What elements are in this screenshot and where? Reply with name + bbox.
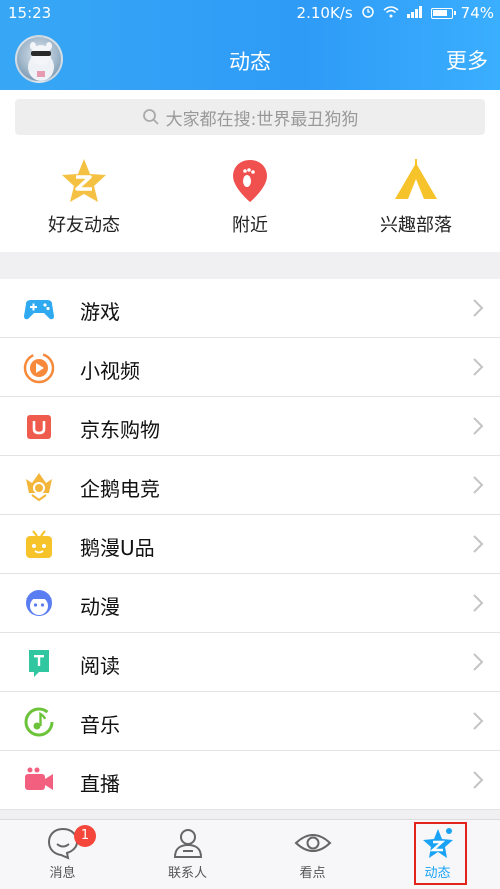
gamepad-icon xyxy=(24,300,54,320)
list-item-label: 鹅漫U品 xyxy=(80,536,155,560)
music-note-icon xyxy=(24,707,54,737)
tv-box-icon xyxy=(26,530,52,558)
page-title: 动态 xyxy=(229,50,271,74)
video-play-icon xyxy=(23,352,55,384)
list-item-goose-manga[interactable]: 鹅漫U品 xyxy=(0,515,500,574)
list-item-label: 音乐 xyxy=(80,713,120,737)
list-item-label: 小视频 xyxy=(80,359,140,383)
list-item-anime[interactable]: 动漫 xyxy=(0,574,500,633)
unread-badge: 1 xyxy=(74,825,96,847)
list-item-jd-shopping[interactable]: 京东购物 xyxy=(0,397,500,456)
chevron-right-icon xyxy=(473,476,484,494)
list-item-live[interactable]: 直播 xyxy=(0,751,500,810)
chevron-right-icon xyxy=(473,712,484,730)
chevron-right-icon xyxy=(473,594,484,612)
alarm-icon xyxy=(361,4,375,22)
list-item-label: 阅读 xyxy=(80,654,120,678)
tab-messages[interactable]: 1 消息 xyxy=(0,820,125,889)
shortcut-nearby[interactable]: 附近 xyxy=(180,157,320,237)
anime-face-icon xyxy=(26,590,52,616)
shortcut-label: 兴趣部落 xyxy=(380,215,452,236)
top-header: 15:23 2.10K/s 74% 动态 更多 xyxy=(0,0,500,90)
shortcut-friend-feed[interactable]: 好友动态 xyxy=(14,157,154,237)
tab-contacts[interactable]: 联系人 xyxy=(125,820,250,889)
tab-label: 联系人 xyxy=(167,866,207,881)
esports-crown-icon xyxy=(26,473,52,502)
search-input[interactable]: 大家都在搜:世界最丑狗狗 xyxy=(15,99,485,135)
tab-label: 动态 xyxy=(424,866,451,881)
search-placeholder: 大家都在搜:世界最丑狗狗 xyxy=(165,109,359,130)
chevron-right-icon xyxy=(473,299,484,317)
list-item-short-video[interactable]: 小视频 xyxy=(0,338,500,397)
status-time: 15:23 xyxy=(8,4,52,22)
eye-icon xyxy=(294,834,331,852)
star-feed-icon xyxy=(422,828,453,858)
signal-icon xyxy=(406,4,423,22)
shortcut-label: 好友动态 xyxy=(48,215,120,236)
feature-list: 游戏 小视频 京东购物 企鹅电竞 鹅漫U品 动漫 阅读 音乐 直播 xyxy=(0,279,500,810)
chevron-right-icon xyxy=(473,535,484,553)
list-item-label: 京东购物 xyxy=(80,418,160,442)
battery-level: 74% xyxy=(460,4,494,22)
list-item-reading[interactable]: 阅读 xyxy=(0,633,500,692)
tab-label: 消息 xyxy=(49,866,76,881)
jd-u-icon xyxy=(27,415,51,439)
chevron-right-icon xyxy=(473,417,484,435)
book-icon xyxy=(29,650,49,677)
wifi-icon xyxy=(383,4,399,22)
live-camera-icon xyxy=(25,767,53,790)
list-item-esports[interactable]: 企鹅电竞 xyxy=(0,456,500,515)
contacts-icon xyxy=(173,829,202,858)
list-item-label: 企鹅电竞 xyxy=(80,477,160,501)
search-icon xyxy=(142,109,159,125)
bottom-tab-bar: 1 消息 联系人 看点 动态 xyxy=(0,819,500,889)
shortcut-label: 附近 xyxy=(232,215,268,236)
chevron-right-icon xyxy=(473,653,484,671)
network-speed: 2.10K/s xyxy=(296,4,353,22)
tab-label: 看点 xyxy=(299,866,326,881)
search-section: 大家都在搜:世界最丑狗狗 xyxy=(0,90,500,145)
list-item-label: 直播 xyxy=(80,772,120,796)
chevron-right-icon xyxy=(473,771,484,789)
list-item-music[interactable]: 音乐 xyxy=(0,692,500,751)
nearby-pin-icon xyxy=(233,160,267,202)
status-indicators: 2.10K/s 74% xyxy=(297,4,494,22)
tab-feed[interactable]: 动态 xyxy=(375,820,500,889)
friend-feed-star-icon xyxy=(62,159,106,202)
tab-kandian[interactable]: 看点 xyxy=(250,820,375,889)
more-button[interactable]: 更多 xyxy=(446,45,488,75)
list-item-label: 游戏 xyxy=(80,300,120,324)
shortcut-bar: 好友动态 附近 兴趣部落 xyxy=(0,145,500,252)
shortcut-tribe[interactable]: 兴趣部落 xyxy=(346,157,486,237)
list-item-label: 动漫 xyxy=(80,595,120,619)
battery-icon xyxy=(430,7,456,19)
chevron-right-icon xyxy=(473,358,484,376)
tribe-tent-icon xyxy=(395,159,437,199)
status-bar: 15:23 2.10K/s 74% xyxy=(0,0,500,26)
list-item-game[interactable]: 游戏 xyxy=(0,279,500,338)
